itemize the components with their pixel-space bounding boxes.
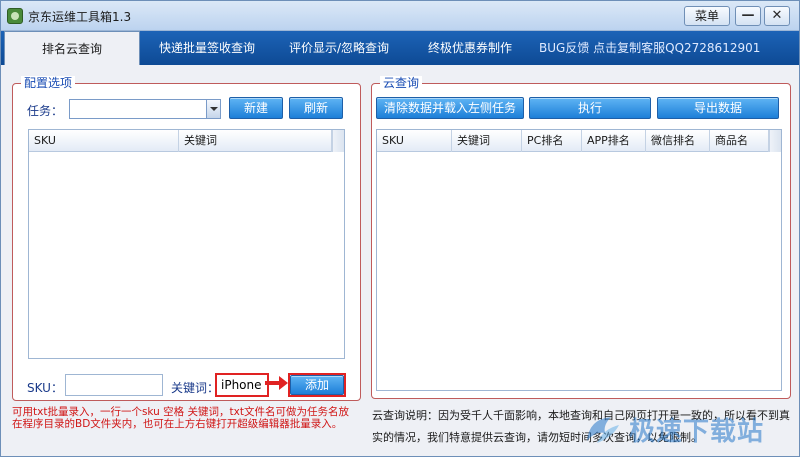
config-options-title: 配置选项 [21, 76, 76, 90]
cloud-result-table[interactable]: SKU 关键词 PC排名 APP排名 微信排名 商品名 [376, 129, 782, 391]
keyword-input[interactable]: iPhone [215, 373, 269, 397]
new-task-button[interactable]: 新建 [229, 97, 283, 119]
column-header-keyword[interactable]: 关键词 [452, 130, 522, 152]
column-header-product-name[interactable]: 商品名 [710, 130, 769, 152]
config-options-group: 配置选项 任务： 新建 刷新 SKU 关键词 SKU： 关键词： iPhone … [12, 76, 361, 401]
column-header-pc-rank[interactable]: PC排名 [522, 130, 582, 152]
cloud-query-group: 云查询 清除数据并载入左侧任务 执行 导出数据 SKU 关键词 PC排名 APP… [371, 76, 791, 399]
sku-label: SKU： [27, 381, 63, 395]
tab-bar: 排名云查询 快递批量签收查询 评价显示/忽略查询 终极优惠券制作 BUG反馈 点… [1, 31, 799, 65]
task-table-header: SKU 关键词 [29, 130, 332, 152]
cloud-table-header: SKU 关键词 PC排名 APP排名 微信排名 商品名 [377, 130, 769, 152]
column-header-app-rank[interactable]: APP排名 [582, 130, 646, 152]
tab-bug-feedback[interactable]: BUG反馈 点击复制客服QQ2728612901 [539, 31, 760, 65]
watermark-text: 极速下载站 [629, 417, 765, 447]
batch-import-hint: 可用txt批量录入，一行一个sku 空格 关键词，txt文件名可做为任务名放在程… [12, 406, 349, 430]
minimize-button[interactable]: — [735, 6, 761, 26]
task-label: 任务： [27, 104, 64, 118]
tab-express-batch-query[interactable]: 快递批量签收查询 [159, 31, 255, 65]
title-bar[interactable]: 京东运维工具箱1.3 菜单 — ✕ [1, 1, 799, 31]
tab-coupon-maker[interactable]: 终极优惠券制作 [428, 31, 512, 65]
column-header-keyword[interactable]: 关键词 [179, 130, 332, 152]
add-button-highlight: 添加 [288, 373, 346, 397]
clear-and-load-button[interactable]: 清除数据并载入左侧任务 [376, 97, 524, 119]
window-title: 京东运维工具箱1.3 [28, 10, 132, 24]
tab-ranking-cloud-query[interactable]: 排名云查询 [4, 31, 140, 65]
execute-button[interactable]: 执行 [529, 97, 651, 119]
chevron-down-icon[interactable] [206, 100, 220, 118]
app-logo-icon [7, 8, 23, 24]
column-header-wechat-rank[interactable]: 微信排名 [646, 130, 710, 152]
column-header-sku[interactable]: SKU [377, 130, 452, 152]
cloud-query-title: 云查询 [380, 76, 423, 90]
menu-button[interactable]: 菜单 [684, 6, 730, 26]
keyword-label: 关键词： [171, 381, 220, 395]
column-header-sku[interactable]: SKU [29, 130, 179, 152]
refresh-button[interactable]: 刷新 [289, 97, 343, 119]
arrow-right-icon [265, 376, 288, 390]
add-button[interactable]: 添加 [290, 375, 344, 395]
tab-review-query[interactable]: 评价显示/忽略查询 [289, 31, 389, 65]
task-select[interactable] [69, 99, 221, 119]
close-button[interactable]: ✕ [764, 6, 790, 26]
export-data-button[interactable]: 导出数据 [657, 97, 779, 119]
sku-input[interactable] [65, 374, 163, 396]
table-scrollbar[interactable] [769, 130, 781, 152]
watermark-logo-icon [587, 417, 619, 443]
table-scrollbar[interactable] [332, 130, 344, 152]
task-table[interactable]: SKU 关键词 [28, 129, 345, 359]
app-window: 京东运维工具箱1.3 菜单 — ✕ 排名云查询 快递批量签收查询 评价显示/忽略… [0, 0, 800, 457]
